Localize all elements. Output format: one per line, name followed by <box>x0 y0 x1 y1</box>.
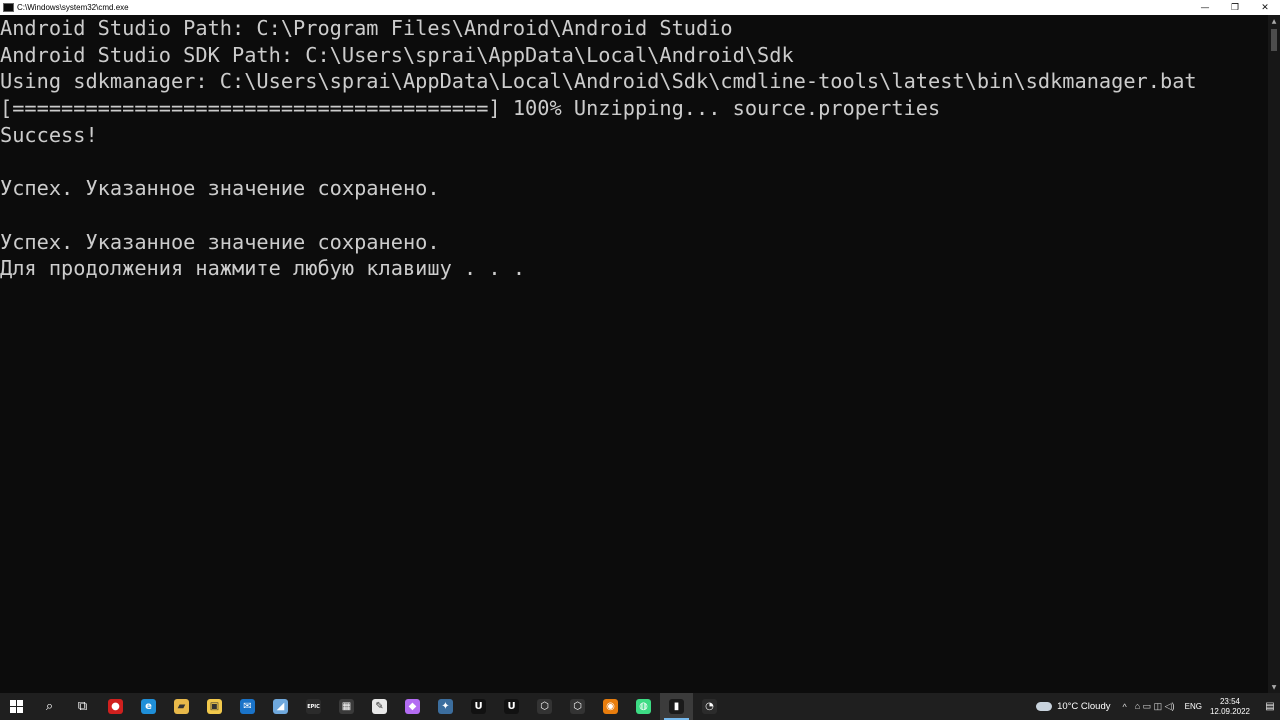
folder-icon: ▰ <box>174 699 189 714</box>
epic-games-icon: EPIC <box>306 699 321 714</box>
console-output[interactable]: Android Studio Path: C:\Program Files\An… <box>0 15 1268 693</box>
taskbar-file-explorer[interactable]: ▰ <box>165 693 198 720</box>
window-title: C:\Windows\system32\cmd.exe <box>17 3 129 12</box>
store-icon: ▣ <box>207 699 222 714</box>
taskbar-app-1[interactable]: ● <box>99 693 132 720</box>
taskbar-unreal-1[interactable]: U <box>462 693 495 720</box>
system-tray-icons[interactable]: ⌂ ▭ ◫ ◁) <box>1135 701 1175 712</box>
drop-icon: ◆ <box>405 699 420 714</box>
clock-date: 12.09.2022 <box>1209 706 1250 716</box>
taskbar-app-blue[interactable]: ◢ <box>264 693 297 720</box>
command-prompt-icon: ▮ <box>669 699 684 714</box>
clock[interactable]: 23:54 12.09.2022 <box>1210 697 1250 717</box>
taskbar-app-edit[interactable]: ✎ <box>363 693 396 720</box>
task-view-button[interactable]: ⧉ <box>66 693 99 720</box>
taskbar-davinci[interactable]: ✦ <box>429 693 462 720</box>
scrollbar-thumb[interactable] <box>1271 29 1277 51</box>
taskbar-store[interactable]: ▣ <box>198 693 231 720</box>
windows-logo-icon <box>10 700 23 713</box>
taskbar-cmd[interactable]: ▮ <box>660 693 693 720</box>
edit-icon: ✎ <box>372 699 387 714</box>
unity-icon: ⬡ <box>570 699 585 714</box>
close-button[interactable]: ✕ <box>1250 0 1280 15</box>
vertical-scrollbar[interactable]: ▲ ▼ <box>1268 15 1280 693</box>
cloud-icon <box>1036 702 1053 711</box>
clock-time: 23:54 <box>1219 696 1240 706</box>
taskbar-apps: ⌕ ⧉ ● e ▰ ▣ ✉ ◢ EPIC ▦ ✎ ◆ ✦ U U ⬡ ⬡ ◉ ◍ ▮ ◔ <box>0 693 726 720</box>
taskbar: ⌕ ⧉ ● e ▰ ▣ ✉ ◢ EPIC ▦ ✎ ◆ ✦ U U ⬡ ⬡ ◉ ◍ ▮ ◔ 10°C Cloudy ^ ⌂… <box>0 693 1280 720</box>
clapper-icon: ▦ <box>339 699 354 714</box>
taskbar-unreal-2[interactable]: U <box>495 693 528 720</box>
taskbar-blender[interactable]: ◉ <box>594 693 627 720</box>
console-line: Using sdkmanager: C:\Users\sprai\AppData… <box>0 69 1197 94</box>
search-icon: ⌕ <box>45 699 54 714</box>
taskbar-mail[interactable]: ✉ <box>231 693 264 720</box>
edge-icon: e <box>141 699 156 714</box>
start-button[interactable] <box>0 693 33 720</box>
taskbar-app-red[interactable]: ◔ <box>693 693 726 720</box>
system-tray: 10°C Cloudy ^ ⌂ ▭ ◫ ◁) ENG 23:54 12.09.2… <box>1036 693 1280 720</box>
console-line: [=======================================… <box>0 96 941 121</box>
console-line: Success! <box>0 122 98 147</box>
chevron-up-icon[interactable]: ^ <box>1123 702 1127 712</box>
minimize-button[interactable]: — <box>1190 0 1220 15</box>
console-line: Android Studio Path: C:\Program Files\An… <box>0 16 733 40</box>
scroll-down-arrow-icon[interactable]: ▼ <box>1268 681 1280 693</box>
console-line: Успех. Указанное значение сохранено. <box>0 229 440 254</box>
red-app-icon: ◔ <box>702 699 717 714</box>
mail-icon: ✉ <box>240 699 255 714</box>
unreal-icon: U <box>504 699 519 714</box>
taskbar-edge[interactable]: e <box>132 693 165 720</box>
android-studio-icon: ◍ <box>636 699 651 714</box>
taskbar-app-clapper[interactable]: ▦ <box>330 693 363 720</box>
console-line: Успех. Указанное значение сохранено. <box>0 176 440 201</box>
taskbar-android-studio[interactable]: ◍ <box>627 693 660 720</box>
search-button[interactable]: ⌕ <box>33 693 66 720</box>
cmd-app-icon <box>3 3 14 12</box>
unreal-icon: U <box>471 699 486 714</box>
scroll-up-arrow-icon[interactable]: ▲ <box>1268 15 1280 27</box>
taskbar-app-drop[interactable]: ◆ <box>396 693 429 720</box>
taskbar-epic-games[interactable]: EPIC <box>297 693 330 720</box>
console-line: Android Studio SDK Path: C:\Users\sprai\… <box>0 42 794 67</box>
davinci-icon: ✦ <box>438 699 453 714</box>
maximize-button[interactable]: ❐ <box>1220 0 1250 15</box>
blender-icon: ◉ <box>603 699 618 714</box>
console-line: Для продолжения нажмите любую клавишу . … <box>0 256 526 281</box>
weather-text: 10°C Cloudy <box>1057 701 1111 712</box>
unity-icon: ⬡ <box>537 699 552 714</box>
taskbar-unity-1[interactable]: ⬡ <box>528 693 561 720</box>
notification-center-icon[interactable]: ▤ <box>1260 693 1280 720</box>
red-circle-app-icon: ● <box>108 699 123 714</box>
window-title-bar[interactable]: C:\Windows\system32\cmd.exe — ❐ ✕ <box>0 0 1280 15</box>
taskbar-unity-2[interactable]: ⬡ <box>561 693 594 720</box>
blue-app-icon: ◢ <box>273 699 288 714</box>
language-indicator[interactable]: ENG <box>1185 702 1202 711</box>
weather-widget[interactable]: 10°C Cloudy <box>1036 701 1111 712</box>
task-view-icon: ⧉ <box>77 699 88 714</box>
window-controls: — ❐ ✕ <box>1190 0 1280 15</box>
